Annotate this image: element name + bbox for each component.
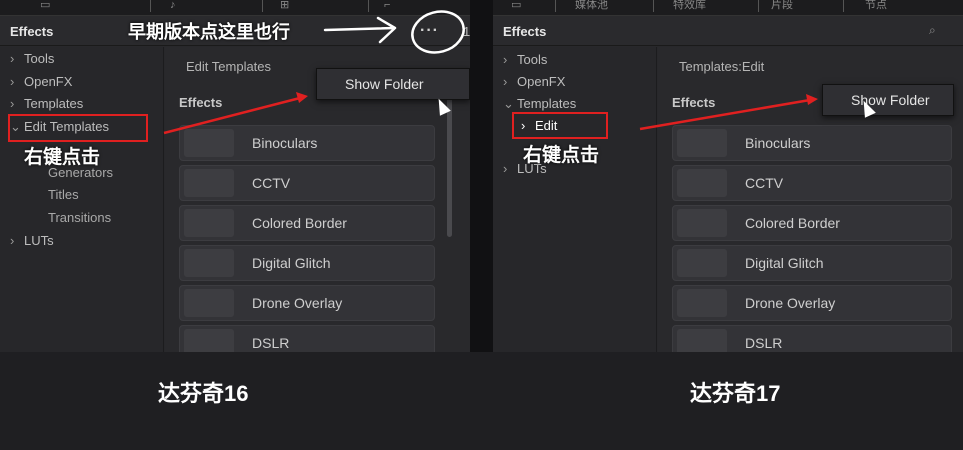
annotation-right-click-left: 右键点击 (24, 147, 101, 168)
tree-item-openfx[interactable]: › OpenFX (503, 72, 565, 92)
effect-thumbnail (184, 329, 234, 352)
effect-thumbnail (677, 289, 727, 317)
panel-title: Effects (10, 24, 54, 39)
section-label: Effects (672, 95, 716, 110)
effects-tree: › Tools › OpenFX ⌄ Templates › Edit › LUTs (493, 47, 657, 352)
effect-thumbnail (184, 209, 234, 237)
chevron-right-icon: › (10, 74, 15, 89)
effect-item-dslr[interactable]: DSLR (672, 325, 952, 352)
effect-thumbnail (184, 289, 234, 317)
media-pool-button[interactable]: 媒体池 (575, 0, 608, 12)
section-label: Effects (179, 95, 223, 110)
effect-item-drone-overlay[interactable]: Drone Overlay (672, 285, 952, 321)
chevron-right-icon: › (503, 52, 508, 67)
toolbar-badge: 1 (463, 24, 470, 39)
chevron-right-icon: › (503, 161, 508, 176)
annotation-right-click-right: 右键点击 (523, 145, 600, 166)
tree-item-luts[interactable]: › LUTs (10, 231, 54, 251)
clips-icon[interactable]: ⊞ (280, 0, 289, 12)
effect-item-binoculars[interactable]: Binoculars (672, 125, 952, 161)
chevron-right-icon: › (503, 74, 508, 89)
effect-item-digital-glitch[interactable]: Digital Glitch (672, 245, 952, 281)
toolbar-icon[interactable]: ▭ (511, 0, 521, 12)
caption-resolve16: 达芬奇16 (158, 381, 249, 406)
search-icon[interactable]: ⌕ (929, 23, 936, 38)
nodes-button[interactable]: 节点 (865, 0, 887, 12)
toolbar-icon[interactable]: ▭ (40, 0, 50, 12)
effect-item-drone-overlay[interactable]: Drone Overlay (179, 285, 435, 321)
effects-library-button[interactable]: 特效库 (673, 0, 706, 12)
caption-resolve17: 达芬奇17 (690, 381, 781, 406)
chevron-right-icon: › (10, 51, 15, 66)
effect-item-cctv[interactable]: CCTV (179, 165, 435, 201)
effect-item-binoculars[interactable]: Binoculars (179, 125, 435, 161)
panel-title: Effects (503, 24, 547, 39)
tree-item-tools[interactable]: › Tools (503, 50, 547, 70)
browser-title: Templates:Edit (679, 59, 765, 74)
resolve16-effects-panel: ▭ ♪ ⊞ ⌐ Effects ··· 1 › Tools › OpenFX › Te… (0, 0, 470, 352)
tree-item-templates[interactable]: › Templates (10, 94, 83, 114)
tree-item-transitions[interactable]: Transitions (48, 208, 111, 228)
effect-thumbnail (184, 169, 234, 197)
chevron-right-icon: › (10, 96, 15, 111)
top-toolbar: ▭ ♪ ⊞ ⌐ (0, 0, 470, 16)
effects-library-icon[interactable]: ♪ (170, 0, 176, 12)
highlight-box-edit-templates (8, 114, 148, 142)
effect-item-digital-glitch[interactable]: Digital Glitch (179, 245, 435, 281)
chevron-right-icon: › (10, 233, 15, 248)
effect-item-colored-border[interactable]: Colored Border (179, 205, 435, 241)
tree-item-tools[interactable]: › Tools (10, 49, 54, 69)
annotation-top-note: 早期版本点这里也行 (128, 22, 290, 42)
effect-thumbnail (677, 169, 727, 197)
effect-item-cctv[interactable]: CCTV (672, 165, 952, 201)
effect-thumbnail (677, 249, 727, 277)
effects-tree: › Tools › OpenFX › Templates ⌄ Edit Template… (0, 47, 164, 352)
effect-thumbnail (677, 129, 727, 157)
effect-item-colored-border[interactable]: Colored Border (672, 205, 952, 241)
chevron-down-icon: ⌄ (503, 96, 514, 111)
more-options-button[interactable]: ··· (420, 22, 439, 40)
browser-title: Edit Templates (186, 59, 272, 74)
context-menu-show-folder[interactable]: Show Folder (316, 68, 470, 100)
resolve17-effects-panel: ▭ 媒体池 特效库 片段 节点 Effects ⌕ › Tools › OpenFX… (493, 0, 963, 352)
nodes-icon[interactable]: ⌐ (384, 0, 390, 12)
panel-header: Effects ⌕ (493, 16, 963, 46)
effect-thumbnail (184, 129, 234, 157)
top-toolbar: ▭ 媒体池 特效库 片段 节点 (493, 0, 963, 16)
effect-thumbnail (677, 209, 727, 237)
effect-thumbnail (677, 329, 727, 352)
panel-divider (470, 0, 493, 352)
tree-item-titles[interactable]: Titles (48, 185, 79, 205)
effect-thumbnail (184, 249, 234, 277)
tree-item-openfx[interactable]: › OpenFX (10, 72, 72, 92)
context-menu-show-folder[interactable]: Show Folder (822, 84, 954, 116)
highlight-box-edit (512, 112, 608, 139)
scrollbar[interactable] (447, 77, 452, 237)
effect-item-dslr[interactable]: DSLR (179, 325, 435, 352)
clips-button[interactable]: 片段 (771, 0, 793, 12)
tree-item-templates[interactable]: ⌄ Templates (503, 94, 576, 114)
